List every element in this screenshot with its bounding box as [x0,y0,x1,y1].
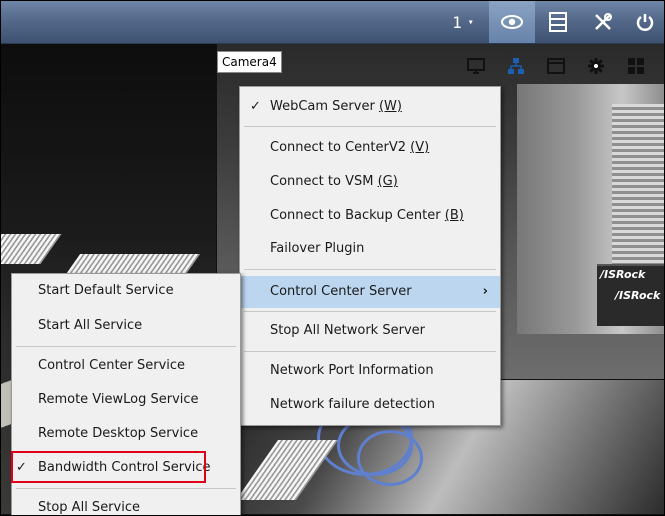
server-menu: ✓ WebCam Server (W) Connect to CenterV2 … [239,86,501,426]
chevron-right-icon: › [482,284,488,299]
menu-separator [16,488,236,489]
check-icon: ✓ [250,99,261,114]
monitor-icon[interactable] [456,51,496,81]
menu-item-stop-all-network[interactable]: Stop All Network Server [240,317,500,345]
menu-item-control-center-server[interactable]: Control Center Server › [240,276,500,308]
menu-item-start-all-service[interactable]: Start All Service [12,312,240,340]
menu-separator [244,311,496,312]
top-toolbar: 1 ▾ [1,1,664,44]
camera-label: Camera4 [217,51,282,73]
chevron-down-icon: ▾ [467,16,474,28]
brand-logo: /ISRock [600,268,646,281]
camera-pane-toolbar [456,51,656,81]
menu-item-control-center-service[interactable]: Control Center Service [12,352,240,380]
menu-item-start-default-service[interactable]: Start Default Service [12,277,240,305]
power-icon[interactable] [626,1,664,43]
menu-item-network-port-info[interactable]: Network Port Information [240,357,500,385]
menu-item-stop-all-service[interactable]: Stop All Service [12,494,240,515]
camera-scene-cable [357,430,423,486]
ceiling-light [235,440,339,500]
app-window: 1 ▾ /ISRock /ISRock Camera4 ✓ WebCam Ser… [0,0,665,516]
view-selector[interactable]: 1 ▾ [441,1,485,43]
gear-icon[interactable] [576,51,616,81]
highlight-annotation-box [11,451,206,483]
network-icon[interactable] [496,51,536,81]
camera-scene-blinds [612,104,664,264]
menu-item-remote-viewlog-service[interactable]: Remote ViewLog Service [12,386,240,414]
window-icon[interactable] [536,51,576,81]
ceiling-light [1,234,62,264]
brand-logo: /ISRock [615,289,661,302]
menu-separator [244,269,496,270]
menu-item-connect-backup[interactable]: Connect to Backup Center (B) [240,202,500,230]
menu-item-connect-vsm[interactable]: Connect to VSM (G) [240,168,500,196]
menu-item-network-failure-detection[interactable]: Network failure detection [240,391,500,419]
film-icon[interactable] [537,1,579,43]
menu-item-remote-desktop-service[interactable]: Remote Desktop Service [12,420,240,448]
tools-icon[interactable] [583,1,623,43]
grid-icon[interactable] [616,51,656,81]
menu-separator [244,351,496,352]
eye-icon[interactable] [489,1,535,43]
menu-item-failover-plugin[interactable]: Failover Plugin [240,235,500,263]
menu-item-webcam-server[interactable]: ✓ WebCam Server (W) [240,90,500,124]
view-number: 1 [452,12,462,32]
menu-separator [16,346,236,347]
menu-separator [244,126,496,127]
menu-item-connect-centerv2[interactable]: Connect to CenterV2 (V) [240,134,500,162]
